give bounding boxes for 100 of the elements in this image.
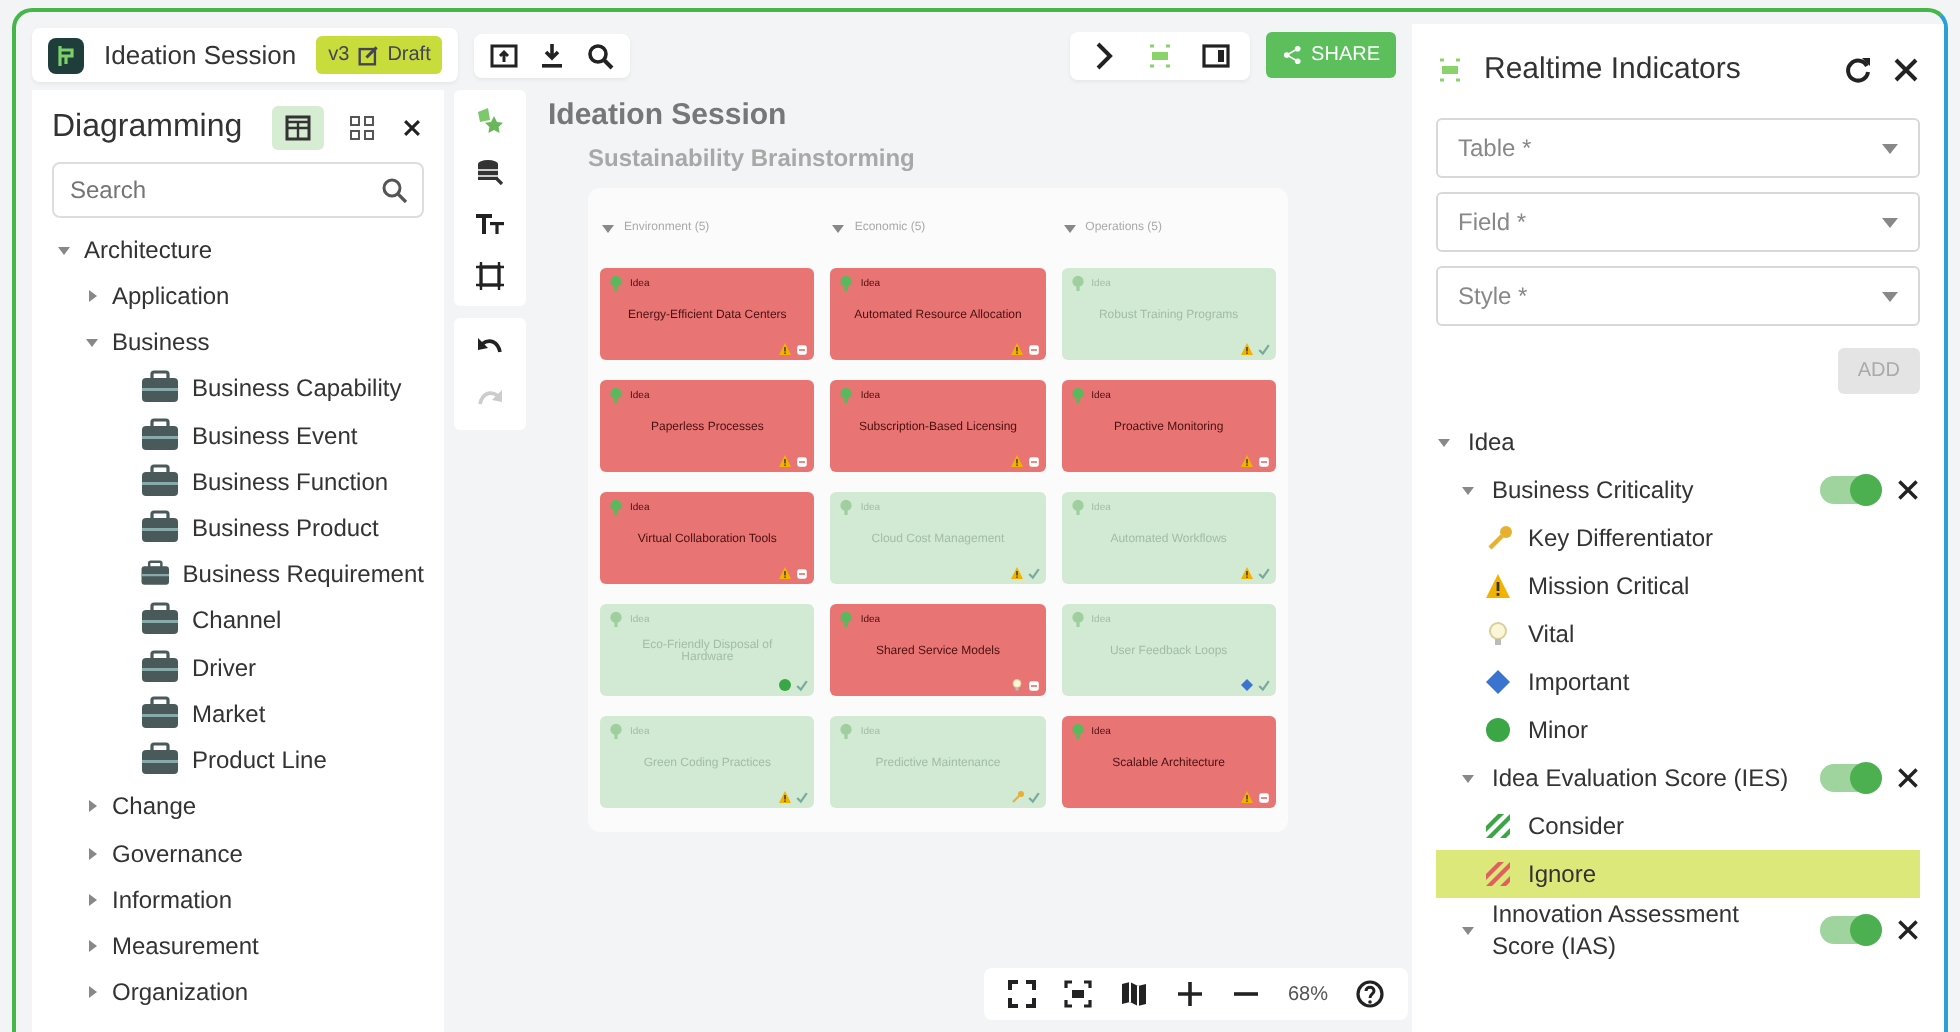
version-badge[interactable]: v3 Draft	[316, 36, 443, 74]
check-icon	[1257, 567, 1270, 579]
canvas-title: Ideation Session	[548, 98, 789, 132]
tree-item[interactable]: Measurement	[112, 932, 259, 961]
minus-icon	[1027, 679, 1040, 691]
document-title: Ideation Session	[104, 40, 297, 70]
zoom-in-icon[interactable]	[1175, 980, 1204, 1008]
indicator-label[interactable]: Idea Evaluation Score (IES)	[1492, 762, 1804, 794]
caret-icon[interactable]	[830, 220, 847, 236]
tree-item[interactable]: Channel	[192, 606, 282, 635]
close-icon[interactable]	[1892, 55, 1920, 83]
frame-icon[interactable]	[476, 262, 504, 290]
tree-item[interactable]: Information	[112, 885, 233, 914]
upload-icon[interactable]	[490, 41, 519, 69]
legend-item[interactable]: Ignore	[1436, 850, 1920, 898]
caret-icon[interactable]	[84, 891, 100, 908]
minus-icon	[1027, 343, 1040, 355]
fullscreen-icon[interactable]	[1007, 980, 1036, 1008]
database-icon[interactable]	[476, 158, 504, 186]
minus-icon	[796, 455, 809, 467]
canvas-subtitle: Sustainability Brainstorming	[588, 144, 917, 172]
caret-icon[interactable]	[1460, 770, 1476, 786]
tree-item[interactable]: Architecture	[84, 235, 213, 264]
select-field[interactable]: Style *	[1436, 266, 1920, 326]
fit-icon[interactable]	[1063, 980, 1092, 1008]
tree-item[interactable]: Market	[192, 699, 266, 728]
panel-title: Realtime Indicators	[1484, 52, 1743, 86]
check-icon	[1257, 679, 1270, 691]
remove-icon[interactable]	[1896, 478, 1920, 502]
zoom-level: 68%	[1287, 983, 1328, 1005]
caret-icon[interactable]	[84, 334, 100, 351]
tree-item[interactable]: Product Line	[192, 746, 327, 775]
caret-icon[interactable]	[1460, 482, 1476, 498]
bulb-icon	[838, 498, 855, 516]
refresh-icon[interactable]	[1844, 55, 1872, 83]
legend-item[interactable]: Important	[1436, 658, 1920, 706]
tree-item[interactable]: Business	[112, 328, 210, 357]
tree-item[interactable]: Business Requirement	[182, 560, 424, 589]
logo-icon	[48, 37, 84, 73]
remove-icon[interactable]	[1896, 918, 1920, 942]
tree-item[interactable]: Business Product	[192, 514, 379, 543]
tree-item[interactable]: Change	[112, 792, 197, 821]
caret-icon[interactable]	[1061, 220, 1078, 236]
check-icon	[1027, 791, 1040, 803]
tree-item[interactable]: Driver	[192, 653, 256, 682]
briefcase-icon	[140, 602, 180, 639]
remove-icon[interactable]	[1896, 766, 1920, 790]
toggle-switch[interactable]	[1820, 916, 1880, 944]
caret-icon[interactable]	[84, 845, 100, 862]
indicator-icon	[1436, 55, 1464, 83]
caret-icon[interactable]	[600, 220, 616, 236]
caret-icon[interactable]	[84, 798, 100, 815]
bulb-icon	[838, 274, 855, 292]
tree-item[interactable]: Idea	[1468, 428, 1515, 456]
caret-icon[interactable]	[84, 984, 100, 1001]
tree-item[interactable]: Governance	[112, 839, 243, 868]
bulb-icon	[608, 610, 624, 628]
search-field[interactable]: Search	[52, 162, 424, 218]
tree-item[interactable]: Application	[112, 281, 230, 310]
tree-item[interactable]: Business Event	[192, 421, 358, 450]
caret-icon[interactable]	[84, 287, 100, 304]
indicator-label[interactable]: Innovation Assessment Score (IAS)	[1492, 898, 1804, 962]
toggle-switch[interactable]	[1820, 476, 1880, 504]
legend-item[interactable]: Consider	[1436, 802, 1920, 850]
map-icon[interactable]	[1119, 980, 1148, 1008]
tree-item[interactable]: Organization	[112, 978, 249, 1007]
briefcase-icon	[140, 370, 180, 407]
bulb-icon	[608, 498, 624, 516]
search-icon[interactable]	[380, 176, 408, 204]
legend-item[interactable]: Vital	[1436, 610, 1920, 658]
minus-icon	[796, 567, 809, 579]
indicator-label[interactable]: Business Criticality	[1492, 474, 1804, 506]
tree-item[interactable]: Business Capability	[192, 374, 402, 403]
briefcase-icon	[140, 649, 180, 686]
text-tool-icon[interactable]	[476, 210, 504, 238]
download-icon[interactable]	[538, 41, 567, 69]
close-icon[interactable]	[400, 116, 424, 140]
select-field[interactable]: Table *	[1436, 118, 1920, 178]
tree-item[interactable]: Business Function	[192, 467, 389, 496]
view-toggle[interactable]	[272, 106, 324, 150]
caret-icon[interactable]	[1460, 922, 1476, 938]
briefcase-icon	[140, 417, 180, 454]
bulb-icon	[608, 386, 624, 404]
caret-icon[interactable]	[1436, 434, 1452, 450]
minus-icon	[1257, 791, 1270, 803]
toggle-switch[interactable]	[1820, 764, 1880, 792]
legend-item[interactable]: Key Differentiator	[1436, 514, 1920, 562]
caret-icon[interactable]	[56, 241, 72, 258]
panel-icon[interactable]	[1201, 41, 1230, 69]
check-icon	[1257, 343, 1270, 355]
legend-item[interactable]: Mission Critical	[1436, 562, 1920, 610]
bulb-icon	[1069, 498, 1086, 516]
select-field[interactable]: Field *	[1436, 192, 1920, 252]
legend-item[interactable]: Minor	[1436, 706, 1920, 754]
dropdown-arrow-icon	[1882, 291, 1898, 301]
caret-icon[interactable]	[84, 938, 100, 955]
check-icon	[796, 791, 809, 803]
help-icon[interactable]	[1356, 980, 1384, 1008]
dropdown-arrow-icon	[1882, 143, 1898, 153]
search-icon[interactable]	[586, 41, 615, 69]
